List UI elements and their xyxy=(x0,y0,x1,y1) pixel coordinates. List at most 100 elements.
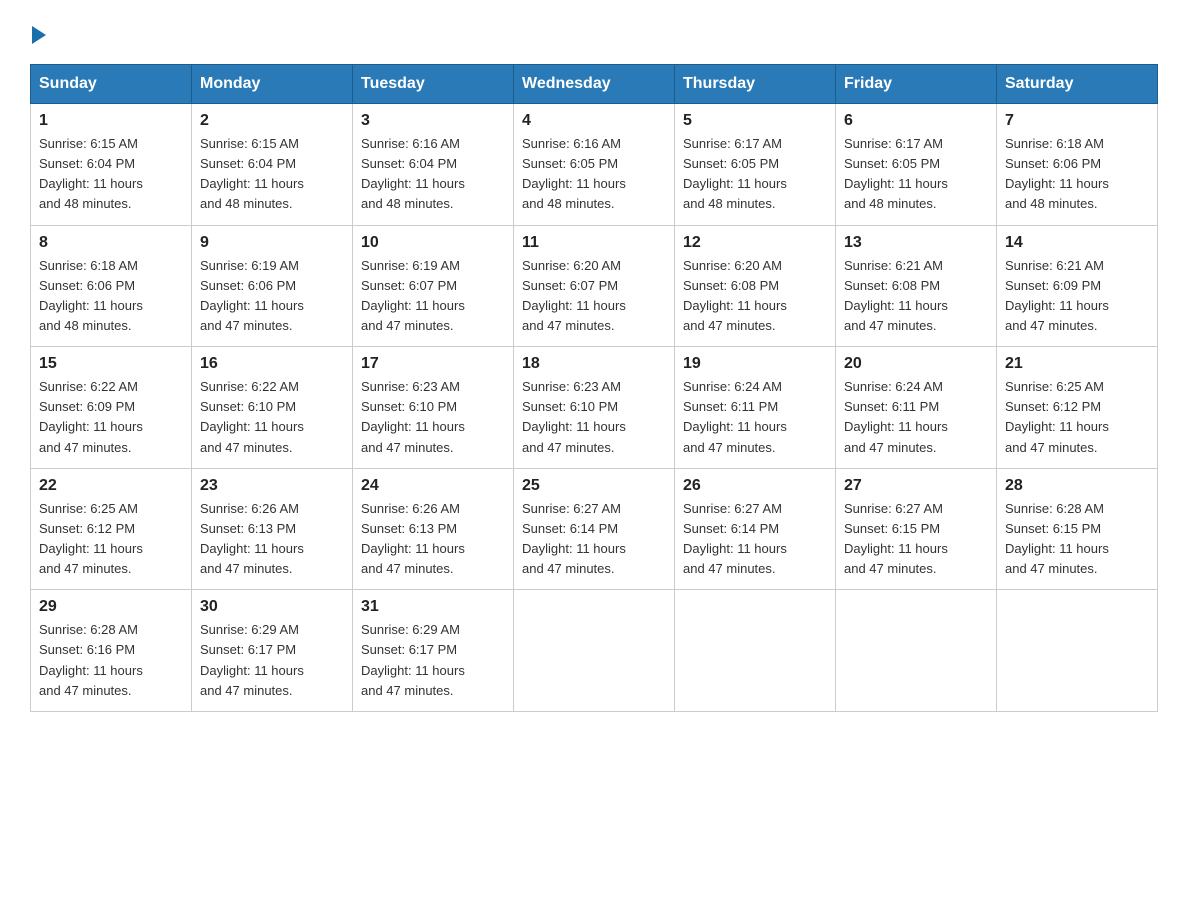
column-header-thursday: Thursday xyxy=(675,65,836,104)
calendar-cell: 9Sunrise: 6:19 AMSunset: 6:06 PMDaylight… xyxy=(192,225,353,347)
day-info: Sunrise: 6:21 AMSunset: 6:09 PMDaylight:… xyxy=(1005,256,1149,337)
calendar-cell: 21 Sunrise: 6:25 AMSunset: 6:12 PMDayligh… xyxy=(997,347,1158,469)
calendar-cell: 5 Sunrise: 6:17 AMSunset: 6:05 PMDaylight… xyxy=(675,104,836,226)
calendar-cell xyxy=(675,590,836,712)
day-number: 5 xyxy=(683,112,827,130)
day-info: Sunrise: 6:17 AMSunset: 6:05 PMDaylight:… xyxy=(844,134,988,215)
day-number: 17 xyxy=(361,355,505,373)
calendar-week-row: 22 Sunrise: 6:25 AMSunset: 6:12 PMDayligh… xyxy=(31,468,1158,590)
day-number: 8 xyxy=(39,234,183,252)
calendar-header-row: SundayMondayTuesdayWednesdayThursdayFrid… xyxy=(31,65,1158,104)
calendar-cell: 7Sunrise: 6:18 AMSunset: 6:06 PMDaylight… xyxy=(997,104,1158,226)
day-number: 29 xyxy=(39,598,183,616)
calendar-table: SundayMondayTuesdayWednesdayThursdayFrid… xyxy=(30,64,1158,712)
day-number: 31 xyxy=(361,598,505,616)
day-info: Sunrise: 6:24 AMSunset: 6:11 PMDaylight:… xyxy=(683,377,827,458)
day-info: Sunrise: 6:28 AMSunset: 6:15 PMDaylight:… xyxy=(1005,499,1149,580)
calendar-cell: 25 Sunrise: 6:27 AMSunset: 6:14 PMDayligh… xyxy=(514,468,675,590)
calendar-cell: 11 Sunrise: 6:20 AMSunset: 6:07 PMDayligh… xyxy=(514,225,675,347)
day-info: Sunrise: 6:20 AMSunset: 6:08 PMDaylight:… xyxy=(683,256,827,337)
day-info: Sunrise: 6:26 AMSunset: 6:13 PMDaylight:… xyxy=(361,499,505,580)
day-info: Sunrise: 6:24 AMSunset: 6:11 PMDaylight:… xyxy=(844,377,988,458)
day-number: 14 xyxy=(1005,234,1149,252)
day-number: 6 xyxy=(844,112,988,130)
day-number: 23 xyxy=(200,477,344,495)
day-number: 16 xyxy=(200,355,344,373)
calendar-cell: 2 Sunrise: 6:15 AMSunset: 6:04 PMDaylight… xyxy=(192,104,353,226)
day-info: Sunrise: 6:15 AMSunset: 6:04 PMDaylight:… xyxy=(39,134,183,215)
day-info: Sunrise: 6:27 AMSunset: 6:14 PMDaylight:… xyxy=(522,499,666,580)
day-info: Sunrise: 6:27 AMSunset: 6:15 PMDaylight:… xyxy=(844,499,988,580)
calendar-cell: 6 Sunrise: 6:17 AMSunset: 6:05 PMDaylight… xyxy=(836,104,997,226)
calendar-cell: 17 Sunrise: 6:23 AMSunset: 6:10 PMDayligh… xyxy=(353,347,514,469)
calendar-week-row: 29 Sunrise: 6:28 AMSunset: 6:16 PMDayligh… xyxy=(31,590,1158,712)
day-number: 24 xyxy=(361,477,505,495)
day-number: 21 xyxy=(1005,355,1149,373)
day-number: 2 xyxy=(200,112,344,130)
calendar-cell: 12 Sunrise: 6:20 AMSunset: 6:08 PMDayligh… xyxy=(675,225,836,347)
calendar-cell: 22 Sunrise: 6:25 AMSunset: 6:12 PMDayligh… xyxy=(31,468,192,590)
day-info: Sunrise: 6:27 AMSunset: 6:14 PMDaylight:… xyxy=(683,499,827,580)
calendar-cell: 29 Sunrise: 6:28 AMSunset: 6:16 PMDayligh… xyxy=(31,590,192,712)
day-number: 27 xyxy=(844,477,988,495)
calendar-cell: 20 Sunrise: 6:24 AMSunset: 6:11 PMDayligh… xyxy=(836,347,997,469)
day-info: Sunrise: 6:23 AMSunset: 6:10 PMDaylight:… xyxy=(522,377,666,458)
calendar-cell xyxy=(514,590,675,712)
column-header-sunday: Sunday xyxy=(31,65,192,104)
calendar-cell: 3Sunrise: 6:16 AMSunset: 6:04 PMDaylight… xyxy=(353,104,514,226)
calendar-cell: 19 Sunrise: 6:24 AMSunset: 6:11 PMDayligh… xyxy=(675,347,836,469)
day-number: 4 xyxy=(522,112,666,130)
day-info: Sunrise: 6:18 AMSunset: 6:06 PMDaylight:… xyxy=(39,256,183,337)
column-header-monday: Monday xyxy=(192,65,353,104)
calendar-cell xyxy=(997,590,1158,712)
day-number: 20 xyxy=(844,355,988,373)
calendar-cell: 30 Sunrise: 6:29 AMSunset: 6:17 PMDayligh… xyxy=(192,590,353,712)
day-info: Sunrise: 6:19 AMSunset: 6:06 PMDaylight:… xyxy=(200,256,344,337)
day-number: 30 xyxy=(200,598,344,616)
day-number: 26 xyxy=(683,477,827,495)
day-number: 1 xyxy=(39,112,183,130)
calendar-cell: 28Sunrise: 6:28 AMSunset: 6:15 PMDayligh… xyxy=(997,468,1158,590)
day-info: Sunrise: 6:15 AMSunset: 6:04 PMDaylight:… xyxy=(200,134,344,215)
day-number: 25 xyxy=(522,477,666,495)
calendar-cell: 14 Sunrise: 6:21 AMSunset: 6:09 PMDayligh… xyxy=(997,225,1158,347)
day-number: 15 xyxy=(39,355,183,373)
day-info: Sunrise: 6:22 AMSunset: 6:10 PMDaylight:… xyxy=(200,377,344,458)
calendar-cell: 15Sunrise: 6:22 AMSunset: 6:09 PMDayligh… xyxy=(31,347,192,469)
day-info: Sunrise: 6:21 AMSunset: 6:08 PMDaylight:… xyxy=(844,256,988,337)
calendar-cell: 8 Sunrise: 6:18 AMSunset: 6:06 PMDaylight… xyxy=(31,225,192,347)
day-info: Sunrise: 6:25 AMSunset: 6:12 PMDaylight:… xyxy=(1005,377,1149,458)
day-number: 7 xyxy=(1005,112,1149,130)
day-number: 18 xyxy=(522,355,666,373)
day-info: Sunrise: 6:23 AMSunset: 6:10 PMDaylight:… xyxy=(361,377,505,458)
day-number: 12 xyxy=(683,234,827,252)
calendar-week-row: 15Sunrise: 6:22 AMSunset: 6:09 PMDayligh… xyxy=(31,347,1158,469)
page-header xyxy=(30,24,1158,44)
day-number: 10 xyxy=(361,234,505,252)
logo xyxy=(30,24,46,44)
day-info: Sunrise: 6:25 AMSunset: 6:12 PMDaylight:… xyxy=(39,499,183,580)
calendar-cell: 16 Sunrise: 6:22 AMSunset: 6:10 PMDayligh… xyxy=(192,347,353,469)
day-info: Sunrise: 6:29 AMSunset: 6:17 PMDaylight:… xyxy=(200,620,344,701)
calendar-cell xyxy=(836,590,997,712)
calendar-cell: 4Sunrise: 6:16 AMSunset: 6:05 PMDaylight… xyxy=(514,104,675,226)
day-info: Sunrise: 6:29 AMSunset: 6:17 PMDaylight:… xyxy=(361,620,505,701)
day-info: Sunrise: 6:17 AMSunset: 6:05 PMDaylight:… xyxy=(683,134,827,215)
day-info: Sunrise: 6:28 AMSunset: 6:16 PMDaylight:… xyxy=(39,620,183,701)
calendar-cell: 31 Sunrise: 6:29 AMSunset: 6:17 PMDayligh… xyxy=(353,590,514,712)
calendar-cell: 13Sunrise: 6:21 AMSunset: 6:08 PMDayligh… xyxy=(836,225,997,347)
calendar-cell: 10 Sunrise: 6:19 AMSunset: 6:07 PMDayligh… xyxy=(353,225,514,347)
calendar-week-row: 1 Sunrise: 6:15 AMSunset: 6:04 PMDaylight… xyxy=(31,104,1158,226)
calendar-cell: 18 Sunrise: 6:23 AMSunset: 6:10 PMDayligh… xyxy=(514,347,675,469)
calendar-cell: 24 Sunrise: 6:26 AMSunset: 6:13 PMDayligh… xyxy=(353,468,514,590)
column-header-tuesday: Tuesday xyxy=(353,65,514,104)
day-info: Sunrise: 6:19 AMSunset: 6:07 PMDaylight:… xyxy=(361,256,505,337)
calendar-cell: 27 Sunrise: 6:27 AMSunset: 6:15 PMDayligh… xyxy=(836,468,997,590)
day-number: 3 xyxy=(361,112,505,130)
day-info: Sunrise: 6:20 AMSunset: 6:07 PMDaylight:… xyxy=(522,256,666,337)
logo-arrow-icon xyxy=(32,26,46,44)
day-number: 19 xyxy=(683,355,827,373)
day-number: 11 xyxy=(522,234,666,252)
calendar-cell: 23Sunrise: 6:26 AMSunset: 6:13 PMDayligh… xyxy=(192,468,353,590)
day-number: 22 xyxy=(39,477,183,495)
